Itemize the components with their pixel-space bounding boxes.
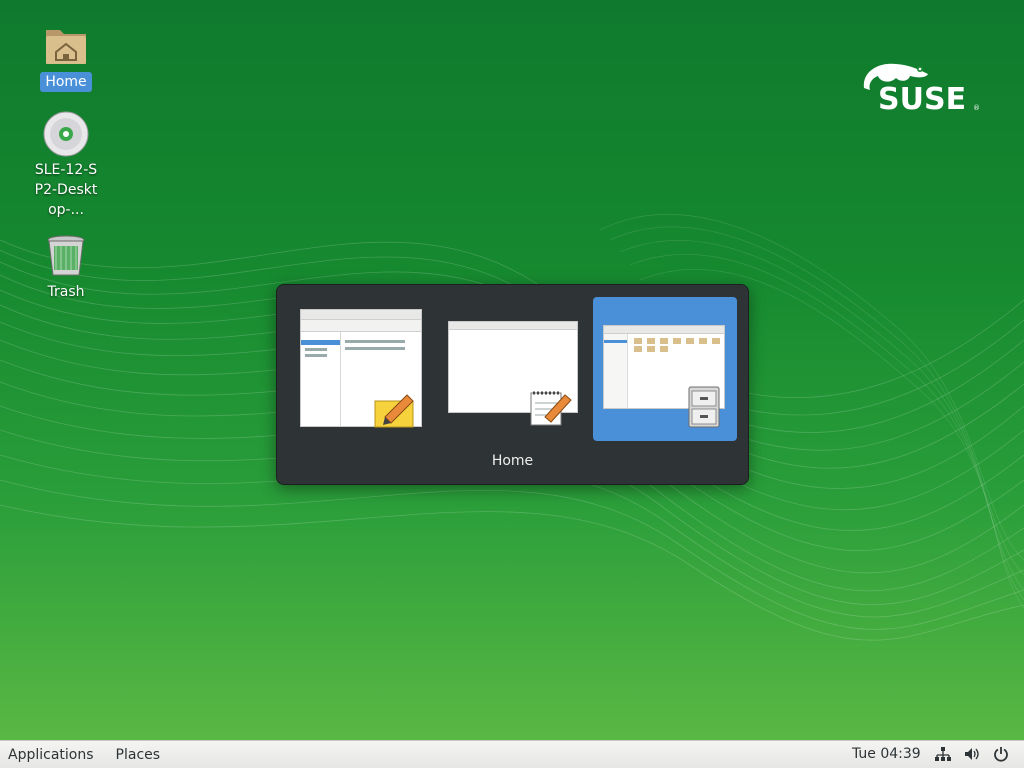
notepad-pencil-icon [530,391,572,426]
optical-disc-icon [43,111,89,157]
window-switcher: Home [276,284,749,485]
switcher-item-text-editor[interactable] [441,297,585,441]
switcher-title: Home [491,453,534,469]
switcher-item-files[interactable] [593,297,737,441]
switcher-item-notes[interactable] [293,297,437,441]
desktop-icon-home[interactable]: Home [26,22,106,92]
desktop-icon-label: Trash [47,284,85,300]
network-icon[interactable] [935,746,951,762]
notes-pencil-icon [374,394,414,428]
home-folder-icon [46,30,86,64]
clock[interactable]: Tue 04:39 [852,741,921,767]
places-menu[interactable]: Places [108,742,169,768]
volume-icon[interactable] [964,746,980,762]
suse-wordmark: SUSE [878,82,967,117]
trash-icon [47,235,85,276]
desktop-icon-trash[interactable]: Trash [26,232,106,302]
desktop-icon-label: Home [40,72,92,92]
desktop-icon-disc[interactable]: SLE-12-SP2-Desktop-... [26,110,106,220]
suse-logo: SUSE ® [858,58,980,118]
desktop-icon-label: SLE-12-SP2-Desktop-... [34,162,98,218]
applications-menu[interactable]: Applications [0,742,102,768]
file-cabinet-icon [688,386,720,428]
registered-mark: ® [973,104,980,112]
power-icon[interactable] [993,746,1009,762]
bottom-panel: Applications Places Tue 04:39 [0,740,1024,768]
